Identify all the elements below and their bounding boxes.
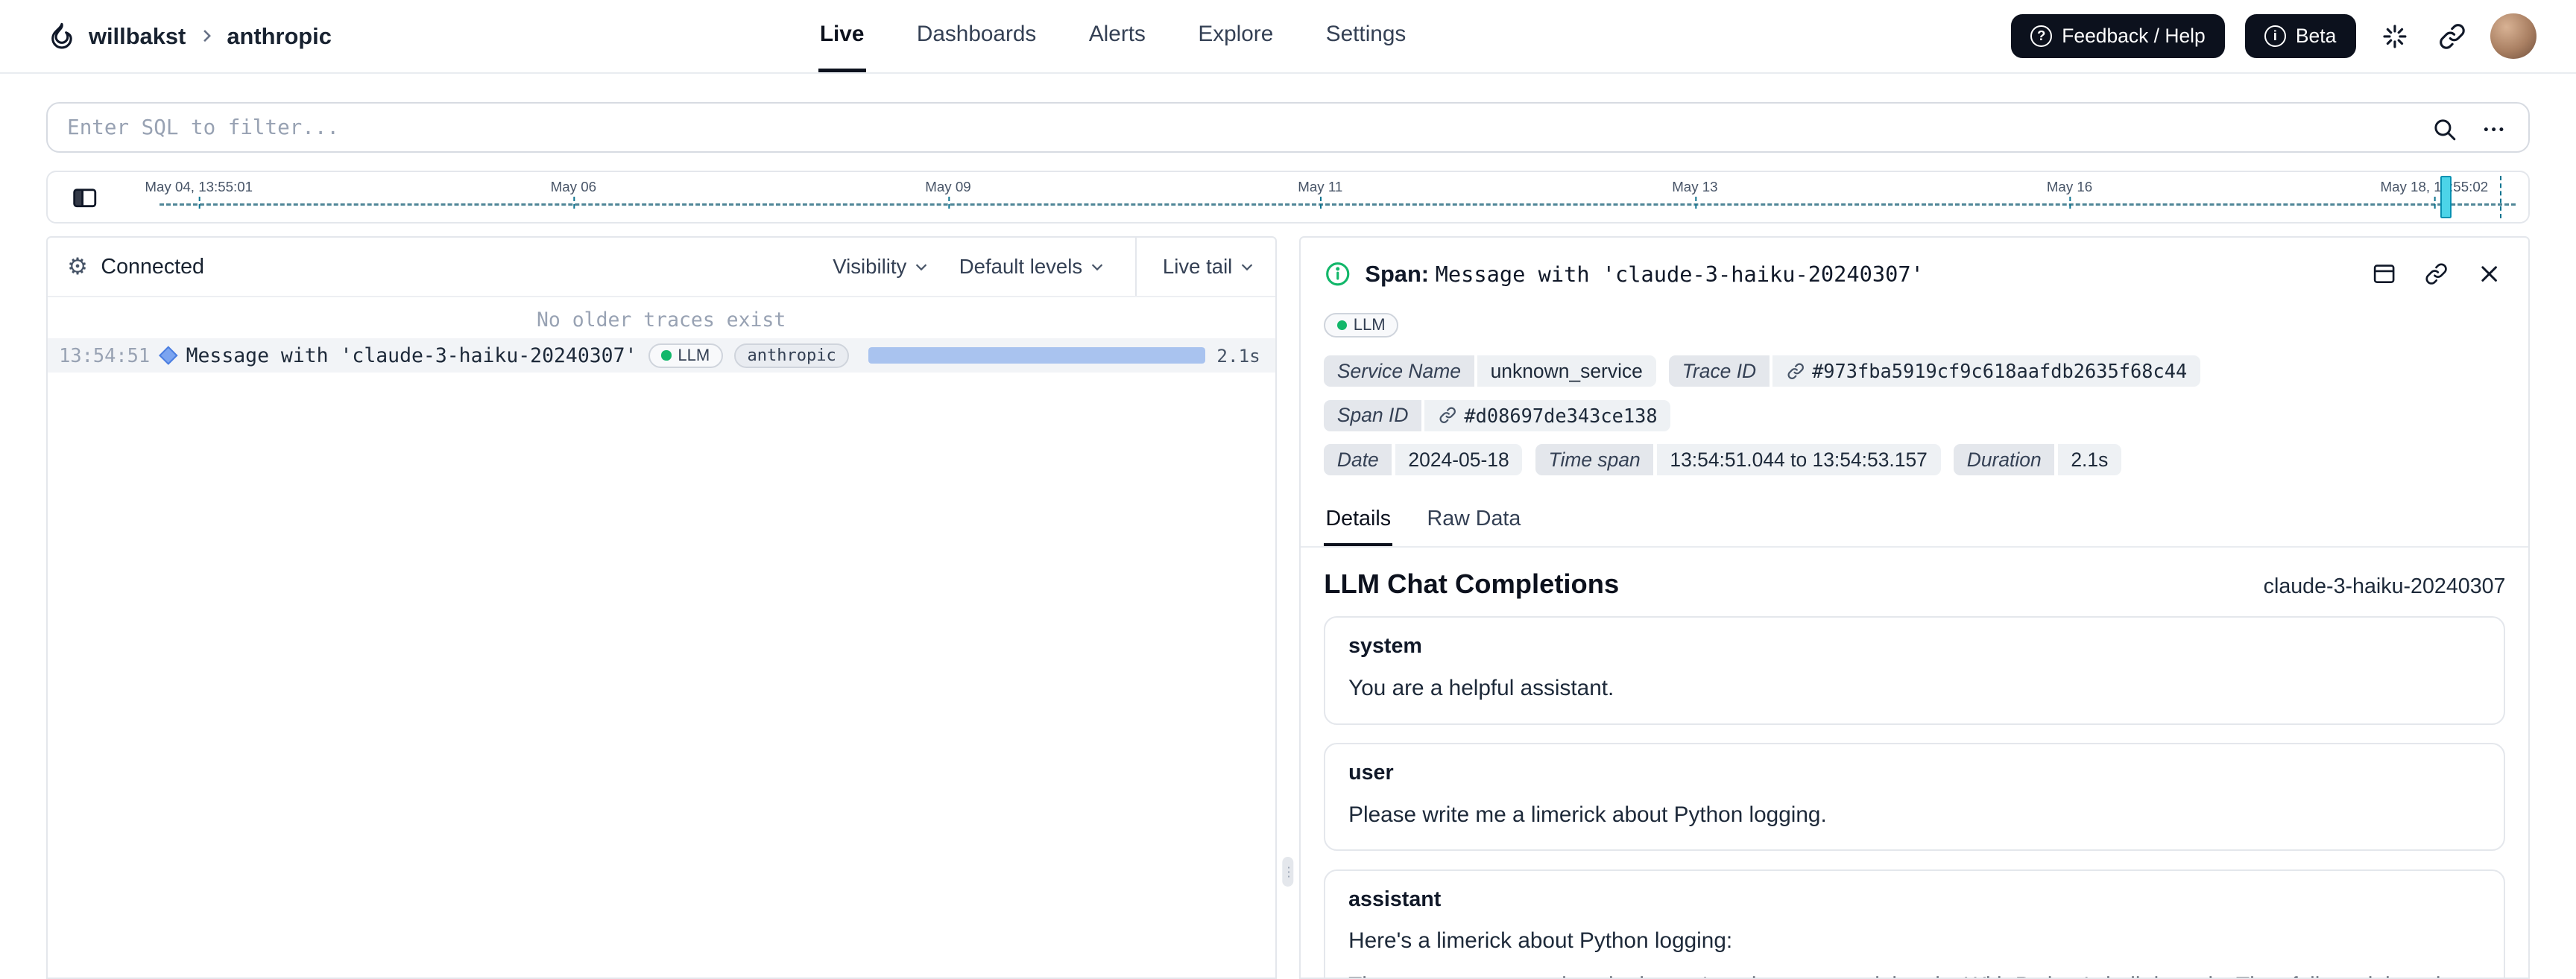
live-tail-dropdown[interactable]: Live tail: [1134, 238, 1256, 296]
trace-row[interactable]: 13:54:51 Message with 'claude-3-haiku-20…: [47, 338, 1275, 373]
span-attributes-row-2: Date 2024-05-18 Time span 13:54:51.044 t…: [1301, 440, 2528, 484]
span-header: Span: Message with 'claude-3-haiku-20240…: [1301, 238, 2528, 303]
timeline-tick: May 11: [1298, 179, 1343, 209]
message-text: Here's a limerick about Python logging:: [1348, 928, 1733, 954]
user-avatar[interactable]: [2490, 13, 2537, 60]
attr-duration: Duration 2.1s: [1954, 444, 2121, 476]
span-llm-badge: LLM: [1324, 312, 1399, 338]
message-text: Please write me a limerick about Python …: [1348, 802, 1827, 827]
section-title: LLM Chat Completions: [1324, 568, 1620, 600]
main-split: ⚙ Connected Visibility Default levels Li…: [45, 236, 2531, 979]
breadcrumb-project[interactable]: anthropic: [227, 23, 332, 50]
timeline-tick: May 06: [550, 179, 597, 209]
default-levels-dropdown[interactable]: Default levels: [959, 238, 1105, 295]
message-role: system: [1348, 634, 1422, 659]
nav-tab-dashboards[interactable]: Dashboards: [915, 0, 1038, 72]
message-text: There once was a coder who knew, Logging…: [1348, 971, 2481, 977]
green-dot-icon: [1336, 320, 1347, 330]
message-card-system: system You are a helpful assistant.: [1324, 616, 2506, 725]
timeline-tick: May 18, 13:55:02: [2380, 179, 2489, 209]
question-circle-icon: ?: [2030, 25, 2052, 47]
link-icon[interactable]: [1438, 405, 1457, 425]
link-icon[interactable]: [1786, 361, 1805, 381]
nav-tab-alerts[interactable]: Alerts: [1087, 0, 1147, 72]
span-title: Span: Message with 'claude-3-haiku-20240…: [1365, 260, 1924, 287]
trace-duration: 2.1s: [1216, 344, 1260, 367]
chevron-down-icon: [913, 259, 929, 275]
timeline-track[interactable]: May 04, 13:55:01 May 06 May 09 May 11 Ma…: [45, 171, 2531, 224]
attr-date: Date 2024-05-18: [1324, 444, 1523, 476]
sidebar-toggle-icon[interactable]: [67, 180, 101, 215]
top-right-actions: ? Feedback / Help i Beta: [2010, 13, 2537, 60]
chevron-down-icon: [1089, 259, 1105, 275]
trace-title: Message with 'claude-3-haiku-20240307': [186, 343, 637, 367]
main-nav: Live Dashboards Alerts Explore Settings: [818, 0, 1408, 73]
span-diamond-icon: [158, 346, 177, 365]
message-card-assistant: assistant Here's a limerick about Python…: [1324, 869, 2506, 978]
panel-splitter[interactable]: ⋮: [1277, 236, 1300, 978]
span-detail-panel: Span: Message with 'claude-3-haiku-20240…: [1299, 236, 2531, 979]
chevron-down-icon: [1239, 259, 1255, 275]
info-circle-icon: i: [2264, 25, 2286, 47]
search-icon[interactable]: [2428, 113, 2461, 146]
traces-panel: ⚙ Connected Visibility Default levels Li…: [45, 236, 1277, 979]
feedback-help-button[interactable]: ? Feedback / Help: [2010, 13, 2226, 59]
beta-button[interactable]: i Beta: [2244, 13, 2356, 59]
message-role: user: [1348, 760, 1394, 785]
top-nav-bar: willbakst anthropic Live Dashboards Aler…: [0, 0, 2576, 75]
splitter-grip-icon[interactable]: ⋮: [1282, 857, 1295, 887]
share-link-icon[interactable]: [2433, 17, 2471, 55]
tab-details[interactable]: Details: [1324, 500, 1393, 546]
no-older-traces-message: No older traces exist: [537, 308, 786, 332]
breadcrumb: willbakst anthropic: [46, 21, 332, 52]
timeline-tick: May 16: [2046, 179, 2093, 209]
attr-service-name: Service Name unknown_service: [1324, 355, 1656, 387]
scope-badge: anthropic: [734, 343, 850, 368]
span-attributes-row-1: Service Name unknown_service Trace ID #9…: [1301, 350, 2528, 439]
theme-sparkle-icon[interactable]: [2375, 17, 2414, 55]
timeline-tick: May 04, 13:55:01: [145, 179, 253, 209]
open-panel-icon[interactable]: [2367, 258, 2400, 291]
trace-timestamp: 13:54:51: [59, 344, 151, 367]
nav-tab-live[interactable]: Live: [818, 0, 866, 73]
sql-filter-input[interactable]: [45, 101, 2531, 153]
attr-time-span: Time span 13:54:51.044 to 13:54:53.157: [1535, 444, 1941, 476]
sql-filter-bar: [0, 74, 2576, 153]
attr-span-id: Span ID #d08697de343ce138: [1324, 399, 1671, 431]
traces-panel-header: ⚙ Connected Visibility Default levels Li…: [47, 238, 1275, 297]
timeline-tick: May 09: [925, 179, 971, 209]
nav-tab-explore[interactable]: Explore: [1196, 0, 1275, 72]
trace-duration-bar: [868, 347, 1205, 364]
ellipsis-menu-icon[interactable]: [2478, 113, 2510, 146]
llm-tag-badge: LLM: [648, 343, 723, 368]
span-info-icon: [1324, 260, 1351, 288]
breadcrumb-chevron-icon: [198, 27, 215, 45]
visibility-dropdown[interactable]: Visibility: [833, 238, 929, 295]
message-card-user: user Please write me a limerick about Py…: [1324, 742, 2506, 852]
timeline-selection-edge[interactable]: [2499, 175, 2501, 219]
tab-raw-data[interactable]: Raw Data: [1425, 500, 1522, 545]
timeline-dashed-baseline: [159, 203, 2516, 207]
connection-status: Connected: [101, 254, 204, 279]
timeline-selection[interactable]: [2440, 175, 2452, 219]
llm-section-header: LLM Chat Completions claude-3-haiku-2024…: [1301, 548, 2528, 617]
breadcrumb-org[interactable]: willbakst: [89, 23, 186, 50]
logfire-logo-icon[interactable]: [46, 21, 78, 52]
copy-link-icon[interactable]: [2420, 258, 2453, 291]
span-tabs: Details Raw Data: [1301, 484, 2529, 548]
gear-icon[interactable]: ⚙: [67, 255, 88, 279]
message-role: assistant: [1348, 887, 1442, 911]
nav-tab-settings[interactable]: Settings: [1325, 0, 1408, 72]
message-text: You are a helpful assistant.: [1348, 676, 1614, 701]
model-name: claude-3-haiku-20240307: [2263, 574, 2506, 599]
timeline-tick: May 13: [1672, 179, 1718, 209]
close-icon[interactable]: [2472, 258, 2505, 291]
green-dot-icon: [661, 350, 672, 361]
attr-trace-id: Trace ID #973fba5919cf9c618aafdb2635f68c…: [1669, 355, 2200, 387]
